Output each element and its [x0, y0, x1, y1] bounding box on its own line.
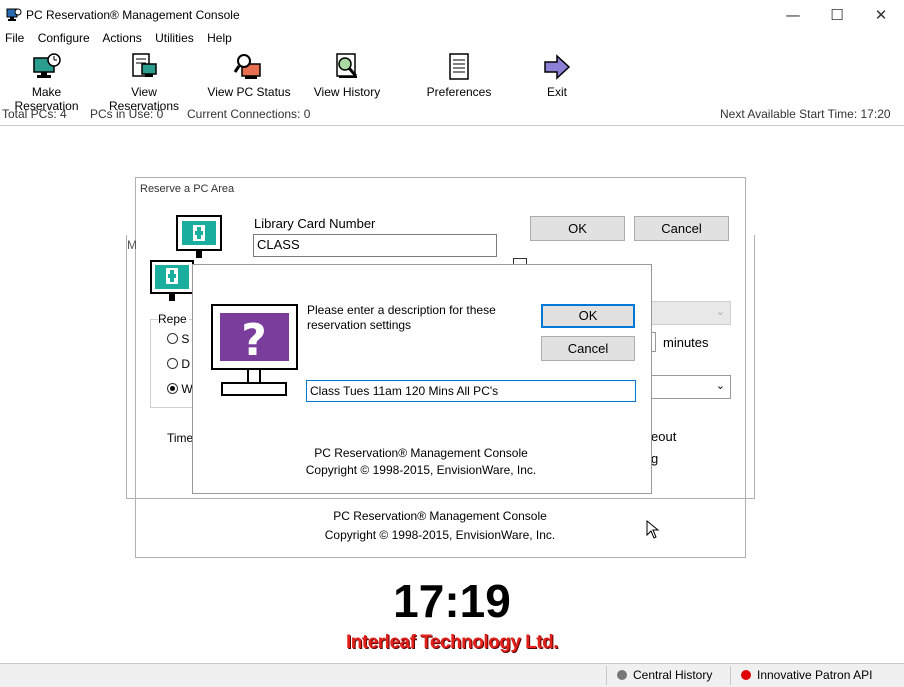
- status-bar: Central History Innovative Patron API: [0, 663, 904, 687]
- reserve-cancel-button[interactable]: Cancel: [634, 216, 729, 241]
- view-history-button[interactable]: View History: [305, 50, 389, 100]
- chevron-down-icon: ⌄: [715, 380, 725, 392]
- timeout-label-partial: eout: [651, 429, 677, 444]
- radio-s[interactable]: S: [167, 332, 189, 346]
- current-connections: Current Connections: 0: [187, 107, 311, 121]
- disabled-dropdown: ⌄: [651, 301, 731, 325]
- svg-text:?: ?: [241, 315, 267, 366]
- mouse-cursor-icon: [646, 520, 660, 539]
- time-dropdown[interactable]: ⌄: [651, 375, 731, 399]
- menu-file[interactable]: File: [5, 31, 24, 45]
- menu-configure[interactable]: Configure: [38, 31, 90, 45]
- menu-bar: File Configure Actions Utilities Help: [5, 31, 242, 49]
- setting-label-partial: g: [651, 451, 659, 466]
- preferences-button[interactable]: Preferences: [420, 50, 498, 100]
- title-bar: PC Reservation® Management Console — ☐ ✕: [0, 0, 904, 30]
- menu-help[interactable]: Help: [207, 31, 232, 45]
- library-card-input[interactable]: CLASS: [253, 234, 497, 257]
- reserve-area-title: Reserve a PC Area: [140, 183, 235, 195]
- dialog-cancel-button[interactable]: Cancel: [541, 336, 635, 361]
- computer-clock-icon: [32, 53, 61, 78]
- reserve-ok-button[interactable]: OK: [530, 216, 625, 241]
- make-reservation-button[interactable]: Make Reservation: [0, 50, 93, 113]
- clock-display: 17:19: [393, 575, 511, 627]
- description-prompt: Please enter a description for these res…: [307, 303, 496, 332]
- menu-actions[interactable]: Actions: [102, 31, 141, 45]
- window-title: PC Reservation® Management Console: [26, 8, 240, 22]
- patron-api-status: Innovative Patron API: [730, 666, 901, 685]
- radio-w[interactable]: W: [167, 382, 193, 396]
- chevron-down-icon: ⌄: [715, 306, 725, 318]
- view-history-label: View History: [313, 85, 381, 99]
- view-pc-status-label: View PC Status: [207, 85, 291, 99]
- radio-d[interactable]: D: [167, 357, 190, 371]
- time-label-partial: Time: [167, 431, 194, 445]
- maximize-button[interactable]: ☐: [814, 0, 860, 30]
- pcs-in-use: PCs in Use: 0: [90, 107, 164, 121]
- status-dot-icon: [741, 670, 751, 680]
- app-icon: [6, 8, 22, 21]
- status-dot-icon: [617, 670, 627, 680]
- dialog-footer-line1: PC Reservation® Management Console: [314, 446, 528, 460]
- total-pcs: Total PCs: 4: [2, 107, 67, 121]
- toolbar-divider: [0, 125, 904, 126]
- library-card-label: Library Card Number: [254, 216, 376, 231]
- repeat-group-label: Repe: [158, 312, 189, 326]
- brand-logo-text: Interleaf Technology Ltd.: [346, 632, 559, 653]
- exit-arrow-icon: [544, 54, 571, 80]
- document-computer-icon: [132, 53, 157, 77]
- exit-button[interactable]: Exit: [527, 50, 587, 100]
- minimize-button[interactable]: —: [770, 0, 816, 30]
- next-available-time: Next Available Start Time: 17:20: [720, 107, 891, 121]
- question-computer-icon: ?: [211, 304, 298, 396]
- list-document-icon: [449, 53, 469, 80]
- exit-label: Exit: [546, 85, 567, 99]
- description-input[interactable]: Class Tues 11am 120 Mins All PC's: [306, 380, 636, 402]
- dialog-ok-button[interactable]: OK: [541, 304, 635, 328]
- history-document-icon: [336, 53, 358, 78]
- preferences-label: Preferences: [426, 85, 492, 99]
- magnifier-computer-icon: [233, 54, 261, 79]
- central-history-status: Central History: [606, 666, 727, 685]
- menu-utilities[interactable]: Utilities: [155, 31, 194, 45]
- close-button[interactable]: ✕: [858, 0, 904, 30]
- view-reservations-button[interactable]: View Reservations: [96, 50, 192, 113]
- minutes-label: minutes: [663, 335, 709, 350]
- dialog-footer-line2: Copyright © 1998-2015, EnvisionWare, Inc…: [305, 463, 537, 477]
- view-pc-status-button[interactable]: View PC Status: [205, 50, 293, 100]
